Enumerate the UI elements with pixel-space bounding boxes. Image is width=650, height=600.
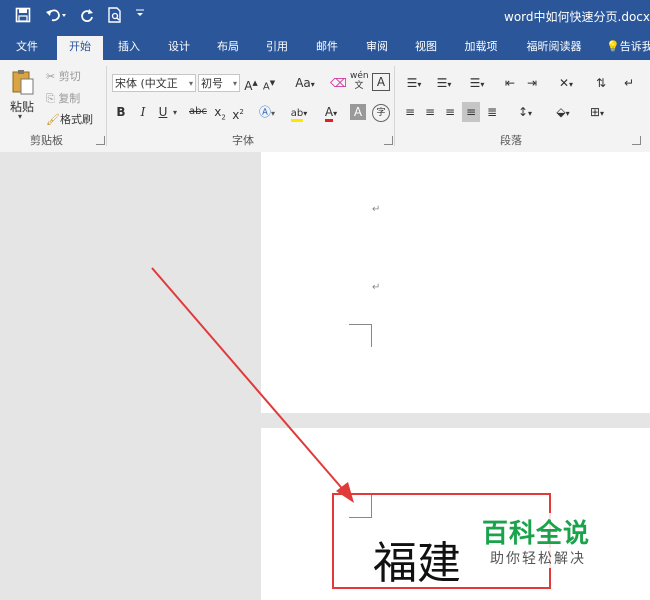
watermark-subtitle: 助你轻松解决 [490, 548, 586, 568]
watermark-title: 百科全说 [482, 513, 591, 550]
annotation-arrow-icon [151, 267, 354, 503]
